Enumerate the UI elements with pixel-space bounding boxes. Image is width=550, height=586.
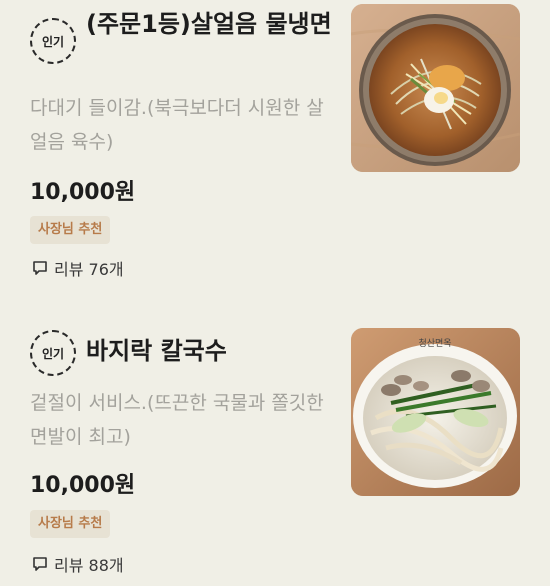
menu-item-title: 바지락 칼국수 xyxy=(86,337,227,365)
menu-item-description: 겉절이 서비스.(뜨끈한 국물과 쫄깃한 면발이 최고) xyxy=(30,392,324,448)
menu-item-price: 10,000원 xyxy=(30,180,136,205)
popular-badge-label: 인기 xyxy=(41,34,65,49)
menu-item-clam-kalguksu[interactable]: 인기 바지락 칼국수 겉절이 서비스.(뜨끈한 국물과 쫄깃한 면발이 최고) … xyxy=(0,310,550,586)
bowl-text: 청산면옥 xyxy=(418,338,451,349)
review-count-label: 리뷰 88개 xyxy=(54,556,124,575)
menu-item-price: 10,000원 xyxy=(30,473,136,498)
review-count-link[interactable]: 리뷰 76개 xyxy=(32,256,124,280)
clam-kalguksu-photo[interactable]: 청산면옥 xyxy=(351,328,520,496)
review-count-link[interactable]: 리뷰 88개 xyxy=(32,552,124,576)
menu-item-title: (주문1등)살얼음 물냉면 xyxy=(86,10,332,38)
owner-recommendation-badge: 사장님 추천 xyxy=(30,216,111,244)
speech-bubble-icon xyxy=(33,557,47,571)
popular-badge-label: 인기 xyxy=(41,346,65,361)
menu-list-page: 인기 (주문1등)살얼음 물냉면 다대기 들이감.(북극보다더 시원한 살얼음 … xyxy=(0,0,550,586)
cold-noodle-photo[interactable] xyxy=(351,4,520,172)
menu-item-description: 다대기 들이감.(북극보다더 시원한 살얼음 육수) xyxy=(30,97,324,153)
review-count-label: 리뷰 76개 xyxy=(54,260,124,279)
popular-badge: 인기 xyxy=(30,330,76,376)
speech-bubble-icon xyxy=(33,261,47,275)
owner-recommendation-badge: 사장님 추천 xyxy=(30,510,111,538)
menu-item-cold-noodles[interactable]: 인기 (주문1등)살얼음 물냉면 다대기 들이감.(북극보다더 시원한 살얼음 … xyxy=(0,0,550,300)
popular-badge: 인기 xyxy=(30,18,76,64)
